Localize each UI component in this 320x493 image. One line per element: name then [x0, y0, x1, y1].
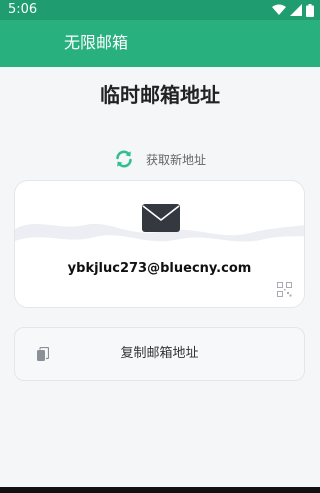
email-address: ybkjluc273@bluecny.com [67, 261, 252, 276]
copy-label: 复制邮箱地址 [120, 346, 199, 361]
refresh-icon [116, 150, 132, 168]
wifi-icon [272, 4, 286, 15]
email-card: ybkjluc273@bluecny.com [14, 180, 305, 308]
app-title: 无限邮箱 [64, 33, 129, 52]
refresh-address-button[interactable]: 获取新地址 [114, 148, 206, 170]
system-nav-bar [0, 487, 320, 493]
copy-address-button[interactable]: 复制邮箱地址 [14, 327, 305, 381]
status-bar: 5:06 [0, 0, 320, 20]
envelope-icon [142, 204, 180, 232]
cloud-background [15, 223, 304, 307]
page-title: 临时邮箱地址 [100, 83, 220, 107]
signal-icon [290, 4, 302, 16]
app-bar: 无限邮箱 [0, 20, 320, 67]
refresh-label: 获取新地址 [146, 152, 207, 167]
status-icons [272, 3, 314, 17]
battery-icon [306, 3, 314, 17]
status-time: 5:06 [8, 2, 38, 17]
qr-code-icon[interactable] [277, 282, 292, 297]
